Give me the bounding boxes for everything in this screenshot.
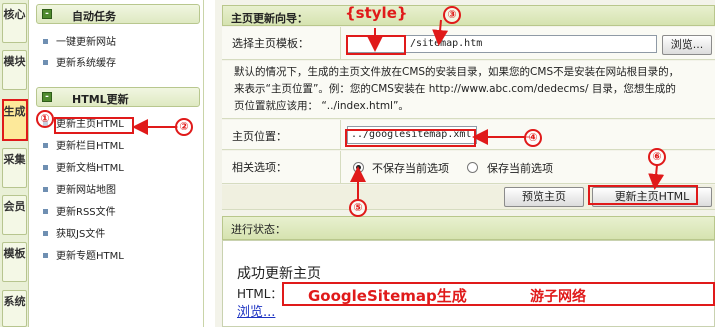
success-text: 成功更新主页 <box>237 266 321 282</box>
menu-item-label: 更新RSS文件 <box>56 207 116 218</box>
options-label: 相关选项： <box>232 161 287 174</box>
bullet-icon <box>43 60 48 65</box>
description-line: 来表示“主页位置”。例：您的CMS安装在 http://www.abc.com/… <box>234 83 676 95</box>
description-row: 默认的情况下，生成的主页文件放在CMS的安装目录，如果您的CMS不是安装在网站根… <box>222 61 715 119</box>
status-box: 成功更新主页 HTML： 浏览... <box>222 240 715 327</box>
menu-section-auto-tasks[interactable]: - 自动任务 <box>36 4 200 24</box>
bullet-icon <box>43 39 48 44</box>
action-row: 预览主页 更新主页HTML <box>222 185 715 210</box>
bullet-icon <box>43 143 48 148</box>
menu-item-label: 更新主页HTML <box>56 119 124 130</box>
menu-item-update-homepage[interactable]: 更新主页HTML <box>43 118 124 132</box>
tab-module[interactable]: 模块 <box>2 50 27 90</box>
menu-item-update-cache[interactable]: 更新系统缓存 <box>43 57 116 71</box>
menu-item-label: 更新网站地图 <box>56 185 116 196</box>
menu-item-label: 更新栏目HTML <box>56 141 124 152</box>
preview-button[interactable]: 预览主页 <box>504 187 584 207</box>
menu-item-update-category[interactable]: 更新栏目HTML <box>43 140 124 154</box>
options-row: 相关选项： 不保存当前选项 保存当前选项 <box>222 151 715 184</box>
expand-icon: - <box>42 9 52 19</box>
progress-label: 进行状态： <box>231 223 286 236</box>
tab-collect[interactable]: 采集 <box>2 148 27 188</box>
wizard-header: 主页更新向导： <box>222 5 715 26</box>
menu-item-label: 获取JS文件 <box>56 229 106 240</box>
menu-item-label: 更新专题HTML <box>56 251 124 262</box>
tab-generate-label: 生成 <box>3 105 26 118</box>
expand-icon: - <box>42 92 52 102</box>
tab-member[interactable]: 会员 <box>2 195 27 235</box>
bullet-icon <box>43 187 48 192</box>
tab-member-label: 会员 <box>3 200 26 213</box>
tab-core[interactable]: 核心 <box>2 3 27 43</box>
html-label: HTML： <box>237 287 283 301</box>
menu-section-title: 自动任务 <box>72 10 116 23</box>
menu-item-update-sitemap[interactable]: 更新网站地图 <box>43 184 116 198</box>
tab-generate[interactable]: 生成 <box>2 100 27 140</box>
side-menu: - 自动任务 一键更新网站 更新系统缓存 - HTML更新 更新主页HTML 更… <box>30 0 204 327</box>
bullet-icon <box>43 121 48 126</box>
description-text: 默认的情况下，生成的主页文件放在CMS的安装目录，如果您的CMS不是安装在网站根… <box>234 64 714 115</box>
wizard-title: 主页更新向导： <box>231 12 308 25</box>
position-input[interactable]: ../googlesitemap.xml <box>347 126 477 144</box>
menu-item-update-rss[interactable]: 更新RSS文件 <box>43 206 116 220</box>
description-line: 页位置就应该用： “../index.html”。 <box>234 100 409 112</box>
main-panel: 主页更新向导： 选择主页模板： /sitemap.htm 浏览... 默认的情况… <box>215 0 715 327</box>
radio-no-save-label: 不保存当前选项 <box>372 162 449 175</box>
menu-item-get-js[interactable]: 获取JS文件 <box>43 228 105 242</box>
bullet-icon <box>43 165 48 170</box>
tab-module-label: 模块 <box>3 55 26 68</box>
position-row: 主页位置： ../googlesitemap.xml <box>222 120 715 150</box>
tab-template[interactable]: 模板 <box>2 242 27 282</box>
bullet-icon <box>43 209 48 214</box>
radio-save-label: 保存当前选项 <box>487 162 553 175</box>
update-homepage-button[interactable]: 更新主页HTML <box>592 187 712 207</box>
vertical-tab-bar: 核心 模块 生成 采集 会员 模板 系统 <box>0 0 29 327</box>
tab-collect-label: 采集 <box>3 153 26 166</box>
bullet-icon <box>43 231 48 236</box>
position-label: 主页位置： <box>232 130 287 143</box>
menu-item-update-document[interactable]: 更新文档HTML <box>43 162 124 176</box>
description-line: 默认的情况下，生成的主页文件放在CMS的安装目录，如果您的CMS不是安装在网站根… <box>234 66 680 78</box>
template-input[interactable]: /sitemap.htm <box>347 35 657 53</box>
tab-template-label: 模板 <box>3 247 26 260</box>
radio-save[interactable] <box>467 162 478 173</box>
template-label: 选择主页模板： <box>232 37 309 50</box>
browse-button[interactable]: 浏览... <box>662 35 712 55</box>
menu-item-update-topic[interactable]: 更新专题HTML <box>43 250 124 264</box>
tab-system-label: 系统 <box>3 295 26 308</box>
menu-item-one-click-update[interactable]: 一键更新网站 <box>43 36 116 50</box>
tab-core-label: 核心 <box>3 8 26 21</box>
menu-item-label: 更新文档HTML <box>56 163 124 174</box>
progress-header: 进行状态： <box>222 216 715 240</box>
template-row: 选择主页模板： /sitemap.htm 浏览... <box>222 27 715 60</box>
menu-item-label: 一键更新网站 <box>56 37 116 48</box>
browse-link[interactable]: 浏览... <box>237 301 275 320</box>
menu-item-label: 更新系统缓存 <box>56 58 116 69</box>
tab-system[interactable]: 系统 <box>2 290 27 327</box>
menu-section-html-update[interactable]: - HTML更新 <box>36 87 200 107</box>
menu-section-title: HTML更新 <box>72 93 129 106</box>
bullet-icon <box>43 253 48 258</box>
radio-no-save[interactable] <box>353 162 364 173</box>
